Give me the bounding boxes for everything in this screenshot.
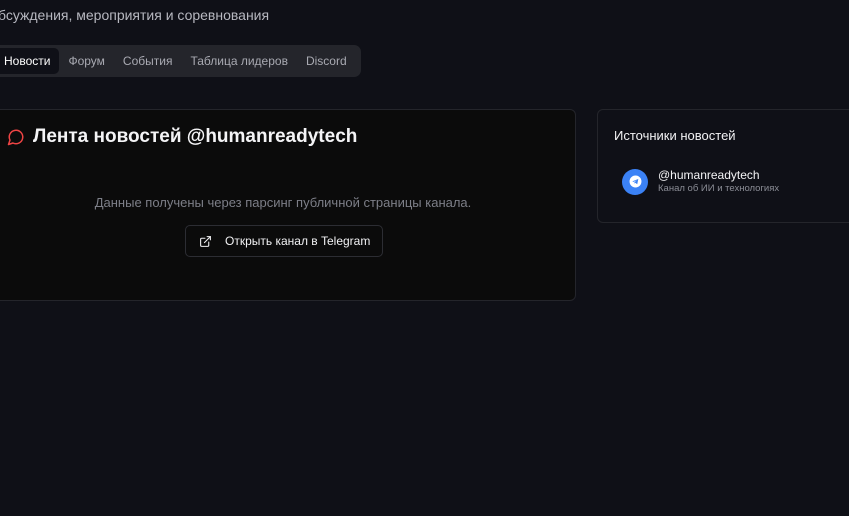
tab-events[interactable]: События <box>114 48 182 74</box>
sources-title: Источники новостей <box>614 128 736 143</box>
source-item-humanreadytech[interactable]: @humanreadytech Канал об ИИ и технология… <box>622 168 779 195</box>
tab-leaderboard[interactable]: Таблица лидеров <box>181 48 297 74</box>
source-text: @humanreadytech Канал об ИИ и технология… <box>658 168 779 195</box>
tab-discord[interactable]: Discord <box>297 48 356 74</box>
tab-bar: Новости Форум События Таблица лидеров Di… <box>0 45 361 77</box>
source-name: @humanreadytech <box>658 168 760 182</box>
page: бсуждения, мероприятия и соревнования Но… <box>0 0 849 516</box>
feed-parsing-note: Данные получены через парсинг публичной … <box>94 195 472 210</box>
news-feed-card: Лента новостей @humanreadytech Данные по… <box>0 109 576 301</box>
feed-title: Лента новостей @humanreadytech <box>33 126 358 147</box>
page-subtitle: бсуждения, мероприятия и соревнования <box>0 7 270 23</box>
telegram-icon <box>622 168 648 195</box>
news-sources-card: Источники новостей @humanreadytech Канал… <box>597 109 849 223</box>
open-telegram-channel-label: Открыть канал в Telegram <box>225 234 371 248</box>
message-circle-icon <box>7 128 25 146</box>
source-description: Канал об ИИ и технологиях <box>658 183 780 194</box>
open-telegram-channel-button[interactable]: Открыть канал в Telegram <box>185 225 383 257</box>
external-link-icon <box>199 235 212 248</box>
tab-forum[interactable]: Форум <box>59 48 113 74</box>
tab-news[interactable]: Новости <box>0 48 60 74</box>
feed-header: Лента новостей @humanreadytech <box>7 126 357 148</box>
